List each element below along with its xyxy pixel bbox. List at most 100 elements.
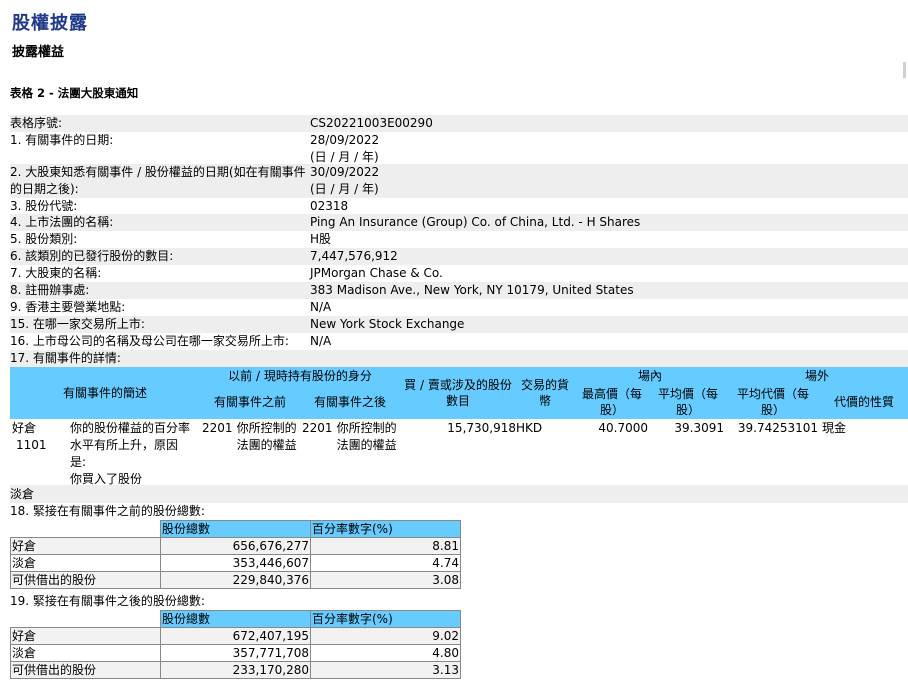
highest-price: 40.7000 <box>598 421 649 435</box>
shares-value: 15,730,918 <box>447 421 517 435</box>
field-label: 17. 有關事件的詳情: <box>10 351 121 365</box>
header-before: 有關事件之前 <box>200 385 301 419</box>
field-row-hk-business: 9. 香港主要營業地點: N/A <box>10 299 908 316</box>
shares-involved: 15,730,918 <box>400 419 516 489</box>
table-row: 好倉 672,407,195 9.02 <box>10 627 461 645</box>
percentage: 3.13 <box>310 661 461 679</box>
page-title: 股權披露 <box>12 13 88 34</box>
total-shares: 229,840,376 <box>160 571 311 589</box>
row-label: 好倉 <box>10 537 161 555</box>
short-position-label: 淡倉 <box>10 487 35 501</box>
field-row-listed-corp: 4. 上市法團的名稱: Ping An Insurance (Group) Co… <box>10 214 908 231</box>
table-row: 淡倉 357,771,708 4.80 <box>10 644 461 662</box>
field-row-event-date: 1. 有關事件的日期: 28/09/2022 (日 / 月 / 年) <box>10 132 908 164</box>
total-shares: 357,771,708 <box>160 644 311 662</box>
field-row-exchange: 15. 在哪一家交易所上市: New York Stock Exchange <box>10 316 908 333</box>
table-row: 好倉 1101 你的股份權益的百分率 水平有所上升，原因 是: 你買入了股份 2… <box>10 419 908 489</box>
header-currency: 交易的貨幣 <box>516 367 575 419</box>
form-title: 表格 2 - 法團大股東通知 <box>10 86 139 100</box>
header-capacity: 以前 / 現時持有股份的身分 <box>200 367 401 385</box>
event-details-table: 有關事件的簡述 以前 / 現時持有股份的身分 買 / 賣或涉及的股份數目 交易的… <box>10 367 908 489</box>
percentage: 4.80 <box>310 644 461 662</box>
row-label: 可供借出的股份 <box>10 571 161 589</box>
field-label: 9. 香港主要營業地點: <box>10 300 126 314</box>
corner-cell <box>10 610 161 628</box>
header-after: 有關事件之後 <box>300 385 401 419</box>
field-value: Ping An Insurance (Group) Co. of China, … <box>310 215 641 229</box>
field-label: 2. 大股東知悉有關事件 / 股份權益的日期(如在有關事件的日期之後): <box>10 165 306 196</box>
field-value: 02318 <box>310 199 349 213</box>
header-avg-consideration: 平均代價（每股） <box>726 385 821 419</box>
corner-cell <box>10 520 161 538</box>
field-label: 7. 大股東的名稱: <box>10 266 102 280</box>
capacity-line: 你所控制的 <box>336 421 397 435</box>
field-value: N/A <box>310 334 332 348</box>
section-18-table: 股份總數 百分率數字(%) 好倉 656,676,277 8.81 淡倉 353… <box>10 520 461 589</box>
section-19-heading: 19. 緊接在有關事件之後的股份總數: <box>10 594 205 608</box>
field-label: 4. 上市法團的名稱: <box>10 215 114 229</box>
header-on-exchange: 場內 <box>574 367 727 385</box>
field-label: 8. 註冊辦事處: <box>10 283 90 297</box>
field-label: 表格序號: <box>10 116 63 130</box>
table-row: 可供借出的股份 229,840,376 3.08 <box>10 571 461 589</box>
field-label: 6. 該類別的已發行股份的數目: <box>10 249 174 263</box>
field-value: CS20221003E00290 <box>310 116 433 130</box>
event-code: 1101 <box>16 438 47 452</box>
field-row-stock-code: 3. 股份代號: 02318 <box>10 198 908 214</box>
total-shares: 672,407,195 <box>160 627 311 645</box>
field-value: New York Stock Exchange <box>310 317 465 331</box>
row-label: 好倉 <box>10 627 161 645</box>
field-row-share-class: 5. 股份類別: H股 <box>10 231 908 248</box>
field-row-registered-office: 8. 註冊辦事處: 383 Madison Ave., New York, NY… <box>10 282 908 299</box>
page-subtitle: 披露權益 <box>12 45 65 60</box>
field-row-parent-exchange: 16. 上市母公司的名稱及母公司在哪一家交易所上市: N/A <box>10 333 908 350</box>
header-off-exchange: 場外 <box>726 367 908 385</box>
capacity-line: 法團的權益 <box>336 438 397 452</box>
header-percentage: 百分率數字(%) <box>310 520 461 538</box>
currency-cell: HKD <box>516 419 574 489</box>
header-average-price: 平均價（每股） <box>650 385 727 419</box>
header-total-shares: 股份總數 <box>160 610 311 628</box>
field-value: 30/09/2022 (日 / 月 / 年) <box>310 164 379 198</box>
field-label: 1. 有關事件的日期: <box>10 133 114 147</box>
percentage: 9.02 <box>310 627 461 645</box>
header-brief: 有關事件的簡述 <box>10 367 201 419</box>
date-value: 28/09/2022 <box>310 133 380 147</box>
field-row-form-serial: 表格序號: CS20221003E00290 <box>10 115 908 132</box>
percentage: 3.08 <box>310 571 461 589</box>
field-value: 7,447,576,912 <box>310 249 398 263</box>
field-row-issued-shares: 6. 該類別的已發行股份的數目: 7,447,576,912 <box>10 248 908 265</box>
consideration-nature: 現金 <box>822 421 847 435</box>
percentage: 8.81 <box>310 537 461 555</box>
capacity-line: 你所控制的 <box>236 421 297 435</box>
section-18-heading: 18. 緊接在有關事件之前的股份總數: <box>10 504 205 518</box>
header-nature: 代價的性質 <box>820 385 908 419</box>
field-row-shareholder-name: 7. 大股東的名稱: JPMorgan Chase & Co. <box>10 265 908 282</box>
event-description: 你的股份權益的百分率 水平有所上升，原因 是: 你買入了股份 <box>68 419 200 489</box>
capacity-code: 2201 <box>202 421 233 435</box>
total-shares: 233,170,280 <box>160 661 311 679</box>
header-percentage: 百分率數字(%) <box>310 610 461 628</box>
row-label: 可供借出的股份 <box>10 661 161 679</box>
field-value: JPMorgan Chase & Co. <box>310 266 443 280</box>
date-value: 30/09/2022 <box>310 165 380 179</box>
total-shares: 353,446,607 <box>160 554 311 572</box>
row-label: 淡倉 <box>10 554 161 572</box>
scrollbar-thumb[interactable] <box>903 62 906 78</box>
description-line: 你的股份權益的百分率 <box>70 421 191 435</box>
date-format-hint: (日 / 月 / 年) <box>310 182 379 196</box>
capacity-line: 法團的權益 <box>236 438 297 452</box>
field-label: 5. 股份類別: <box>10 232 78 246</box>
short-position-row: 淡倉 <box>10 485 908 503</box>
row-label: 淡倉 <box>10 644 161 662</box>
capacity-before: 2201 你所控制的 法團的權益 <box>200 419 300 489</box>
header-total-shares: 股份總數 <box>160 520 311 538</box>
description-line: 是: <box>70 455 87 469</box>
percentage: 4.74 <box>310 554 461 572</box>
description-line: 水平有所上升，原因 <box>70 438 179 452</box>
field-row-event-details: 17. 有關事件的詳情: <box>10 350 908 367</box>
field-label: 15. 在哪一家交易所上市: <box>10 317 145 331</box>
field-label: 3. 股份代號: <box>10 199 78 213</box>
field-value: 28/09/2022 (日 / 月 / 年) <box>310 132 379 164</box>
section-19-table: 股份總數 百分率數字(%) 好倉 672,407,195 9.02 淡倉 357… <box>10 610 461 679</box>
